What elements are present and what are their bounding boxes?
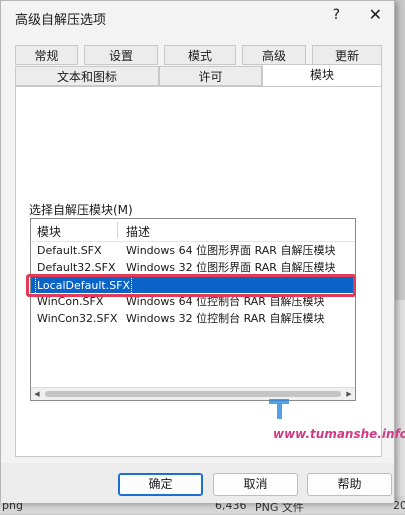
column-module[interactable]: 模块 bbox=[37, 223, 61, 240]
list-item-selected[interactable]: LocalDefault.SFX bbox=[31, 276, 355, 295]
list-item[interactable]: WinCon.SFX Windows 64 位控制台 RAR 自解压模块 bbox=[31, 293, 355, 310]
module-desc: Windows 64 位图形界面 RAR 自解压模块 bbox=[126, 244, 336, 257]
column-description[interactable]: 描述 bbox=[126, 223, 150, 240]
cancel-button[interactable]: 取消 bbox=[213, 473, 298, 496]
module-group-label: 选择自解压模块(M) bbox=[29, 203, 133, 217]
list-header: 模块 描述 bbox=[31, 219, 355, 242]
scroll-right-icon[interactable]: ▶ bbox=[343, 388, 355, 400]
module-name: WinCon.SFX bbox=[37, 295, 104, 308]
tab-text-icon[interactable]: 文本和图标 bbox=[15, 66, 159, 86]
module-desc: Windows 64 位控制台 RAR 自解压模块 bbox=[126, 295, 325, 308]
sfx-options-dialog: 高级自解压选项 ? ✕ 常规 设置 模式 高级 更新 文本和图标 许可 模块 选… bbox=[0, 0, 405, 503]
help-button[interactable]: 帮助 bbox=[307, 473, 392, 496]
tab-mode[interactable]: 模式 bbox=[164, 45, 236, 65]
tab-license[interactable]: 许可 bbox=[159, 66, 262, 86]
list-item[interactable]: WinCon32.SFX Windows 32 位控制台 RAR 自解压模块 bbox=[31, 310, 355, 327]
module-name: WinCon32.SFX bbox=[37, 312, 118, 325]
tab-advanced[interactable]: 高级 bbox=[242, 45, 306, 65]
dialog-title: 高级自解压选项 bbox=[15, 13, 107, 28]
scroll-thumb[interactable] bbox=[45, 391, 341, 397]
scroll-left-icon[interactable]: ◀ bbox=[31, 388, 43, 400]
module-list[interactable]: 模块 描述 Default.SFX Windows 64 位图形界面 RAR 自… bbox=[30, 218, 356, 401]
horizontal-scrollbar[interactable]: ◀ ▶ bbox=[31, 387, 355, 400]
tab-update[interactable]: 更新 bbox=[312, 45, 382, 65]
tab-module[interactable]: 模块 bbox=[262, 64, 382, 87]
title-bar: 高级自解压选项 ? ✕ bbox=[1, 1, 394, 35]
help-icon[interactable]: ? bbox=[333, 7, 340, 23]
column-separator[interactable] bbox=[117, 222, 118, 238]
list-item[interactable]: Default32.SFX Windows 32 位图形界面 RAR 自解压模块 bbox=[31, 259, 355, 276]
module-name: Default32.SFX bbox=[37, 261, 116, 274]
tab-general[interactable]: 常规 bbox=[15, 45, 78, 65]
module-desc: Windows 32 位控制台 RAR 自解压模块 bbox=[126, 312, 325, 325]
ok-button[interactable]: 确定 bbox=[118, 473, 203, 496]
module-desc: Windows 32 位图形界面 RAR 自解压模块 bbox=[126, 261, 336, 274]
close-icon[interactable]: ✕ bbox=[369, 5, 382, 24]
list-item[interactable]: Default.SFX Windows 64 位图形界面 RAR 自解压模块 bbox=[31, 242, 355, 259]
module-name: Default.SFX bbox=[37, 244, 102, 257]
tab-settings[interactable]: 设置 bbox=[84, 45, 158, 65]
background-window-edge bbox=[395, 300, 405, 496]
